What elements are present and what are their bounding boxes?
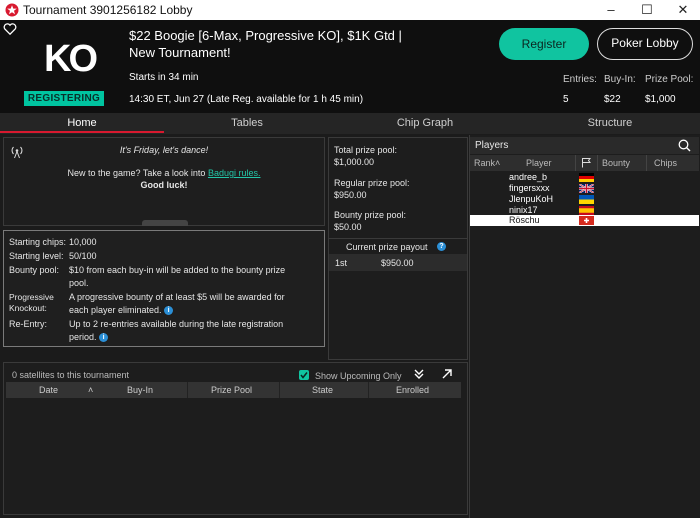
payout-info-icon[interactable]: ? <box>437 242 446 251</box>
payout-row: 1st $950.00 <box>329 254 467 271</box>
progressive-value-2: each player eliminated. i <box>69 305 174 316</box>
double-chevron-down-icon[interactable] <box>413 368 425 380</box>
ukraine-flag-icon <box>579 195 594 204</box>
player-name: Röschu <box>509 215 540 225</box>
tournament-title: $22 Boogie [6-Max, Progressive KO], $1K … <box>129 28 402 60</box>
buyin-label: Buy-In: <box>604 74 636 85</box>
col-bounty[interactable]: Bounty <box>602 158 630 168</box>
active-tab-indicator <box>0 131 164 133</box>
players-column-header: Rank˄ Player Bounty Chips <box>470 155 699 171</box>
payout-header: Current prize payout ? <box>329 238 467 254</box>
sat-col-prizepool[interactable]: Prize Pool <box>211 385 252 395</box>
flag-column-icon <box>582 158 591 168</box>
maximize-icon[interactable]: ☐ <box>630 0 664 20</box>
message-line: New to the game? Take a look into Badugi… <box>67 168 261 178</box>
pokerstars-logo-icon <box>5 3 19 17</box>
search-icon[interactable] <box>678 139 691 152</box>
ko-logo: KO <box>44 38 98 80</box>
reentry-value: Up to 2 re-entries available during the … <box>69 319 284 329</box>
sat-col-date[interactable]: Date <box>39 385 58 395</box>
total-prize-label: Total prize pool: <box>334 145 398 155</box>
sort-up-icon: ˄ <box>88 385 94 395</box>
payout-amount: $950.00 <box>381 258 414 268</box>
minimize-icon[interactable]: – <box>594 0 628 20</box>
uk-flag-icon <box>579 184 594 193</box>
player-row[interactable]: fingersxxx <box>470 183 699 194</box>
popout-arrow-icon[interactable] <box>441 368 453 380</box>
player-name: andree_b <box>509 172 548 182</box>
good-luck-text: Good luck! <box>140 180 188 190</box>
player-row-selected[interactable]: Röschu <box>470 215 699 226</box>
register-button[interactable]: Register <box>499 28 589 60</box>
details-panel: Starting chips: 10,000 Starting level: 5… <box>3 230 325 347</box>
collapse-handle[interactable] <box>142 220 188 226</box>
sort-up-icon: ˄ <box>495 158 501 168</box>
regular-prize-label: Regular prize pool: <box>334 178 410 188</box>
entries-label: Entries: <box>563 74 597 85</box>
poker-lobby-button[interactable]: Poker Lobby <box>597 28 693 60</box>
starting-chips-label: Starting chips: <box>9 237 67 247</box>
col-rank[interactable]: Rank˄ <box>474 158 500 168</box>
satellites-column-header: Date ˄ Buy-In Prize Pool State Enrolled <box>6 382 461 398</box>
tab-chip-graph[interactable]: Chip Graph <box>330 113 520 134</box>
sat-col-enrolled[interactable]: Enrolled <box>396 385 429 395</box>
bounty-prize-label: Bounty prize pool: <box>334 210 407 220</box>
progressive-info-icon[interactable]: i <box>164 306 174 316</box>
player-name: JlenpuKoH <box>509 194 554 204</box>
starting-chips-value: 10,000 <box>69 237 97 247</box>
message-title: It's Friday, let's dance! <box>119 145 209 155</box>
window-titlebar: Tournament 3901256182 Lobby – ☐ ✕ <box>0 0 700 20</box>
player-name: ninix17 <box>509 205 538 215</box>
entries-value: 5 <box>563 94 569 105</box>
message-panel: It's Friday, let's dance! New to the gam… <box>3 137 325 226</box>
germany-flag-icon <box>579 173 594 182</box>
status-badge: REGISTERING <box>24 91 104 106</box>
favorite-heart-icon[interactable] <box>3 22 17 36</box>
payout-header-label: Current prize payout <box>346 242 428 252</box>
player-name: fingersxxx <box>509 183 550 193</box>
show-upcoming-checkbox[interactable] <box>299 370 309 380</box>
total-prize-value: $1,000.00 <box>334 157 375 167</box>
bounty-pool-value: $10 from each buy-in will be added to th… <box>69 265 286 275</box>
switzerland-flag-icon <box>579 216 594 225</box>
tab-structure[interactable]: Structure <box>520 113 700 134</box>
col-chips[interactable]: Chips <box>654 158 677 168</box>
close-icon[interactable]: ✕ <box>666 0 700 20</box>
sat-col-state[interactable]: State <box>312 385 333 395</box>
regular-prize-value: $950.00 <box>334 190 367 200</box>
knockout-label: Knockout: <box>9 303 47 313</box>
sat-col-buyin[interactable]: Buy-In <box>127 385 153 395</box>
players-title: Players <box>475 140 509 151</box>
player-row[interactable]: JlenpuKoH <box>470 194 699 205</box>
reentry-info-icon[interactable]: i <box>99 333 109 343</box>
progressive-value: A progressive bounty of at least $5 will… <box>69 292 285 302</box>
player-row[interactable]: andree_b <box>470 172 699 183</box>
buyin-value: $22 <box>604 94 621 105</box>
bounty-prize-value: $50.00 <box>334 222 362 232</box>
reentry-label: Re-Entry: <box>9 319 48 329</box>
start-date-text: 14:30 ET, Jun 27 (Late Reg. available fo… <box>129 94 364 105</box>
col-player[interactable]: Player <box>526 158 552 168</box>
starting-level-value: 50/100 <box>69 251 97 261</box>
spain-flag-icon <box>579 206 594 215</box>
satellites-count: 0 satellites to this tournament <box>12 370 130 380</box>
reentry-value-2: period. i <box>69 332 109 343</box>
players-header: Players <box>470 137 699 154</box>
check-icon <box>300 372 308 379</box>
progressive-label: Progressive <box>9 292 54 302</box>
tab-tables[interactable]: Tables <box>164 113 330 134</box>
prize-panel: Total prize pool: $1,000.00 Regular priz… <box>328 137 468 360</box>
bounty-pool-value-2: pool. <box>69 278 89 288</box>
starts-in-text: Starts in 34 min <box>129 72 199 83</box>
starting-level-label: Starting level: <box>9 251 64 261</box>
window-title: Tournament 3901256182 Lobby <box>23 3 193 17</box>
prizepool-value: $1,000 <box>645 94 676 105</box>
payout-place: 1st <box>335 258 348 268</box>
tournament-header: KO REGISTERING $22 Boogie [6-Max, Progre… <box>0 20 700 113</box>
badugi-rules-link[interactable]: Badugi rules. <box>208 168 261 178</box>
prizepool-label: Prize Pool: <box>645 74 694 85</box>
show-upcoming-label: Show Upcoming Only <box>315 371 402 381</box>
bounty-pool-label: Bounty pool: <box>9 265 60 275</box>
